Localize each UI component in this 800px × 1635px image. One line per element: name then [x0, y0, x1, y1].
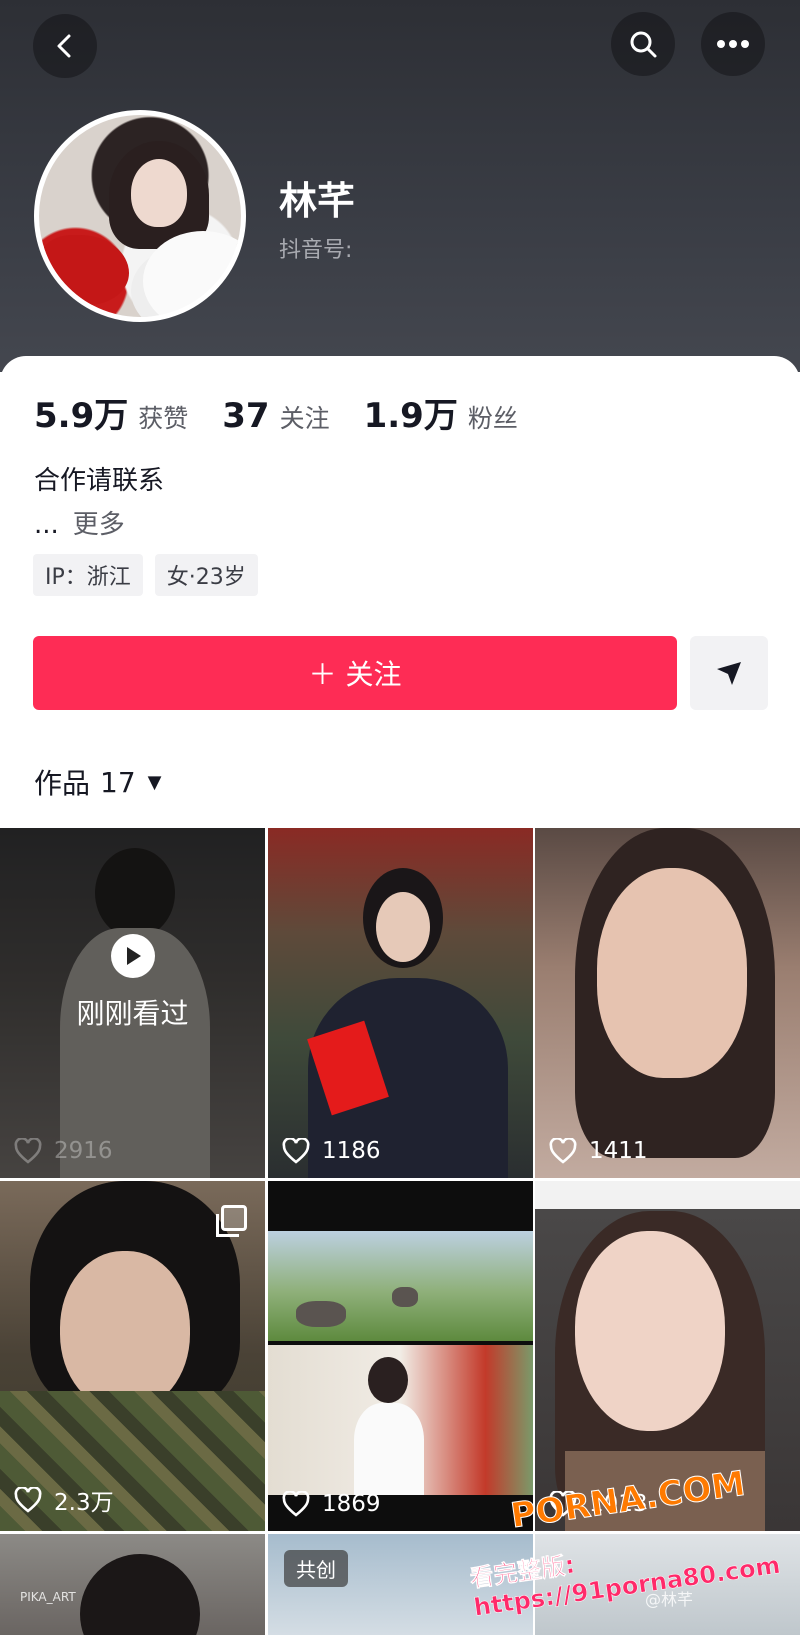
video-thumbnail[interactable]: PIKA_ART	[0, 1534, 265, 1635]
video-thumbnail[interactable]: 刚刚看过 2916	[0, 828, 265, 1178]
video-thumbnail[interactable]: 1411	[535, 828, 800, 1178]
more-options-button[interactable]	[701, 12, 765, 76]
stat-followers[interactable]: 1.9万 粉丝	[364, 388, 518, 437]
bio-more-label: 更多	[72, 510, 125, 540]
like-count: 2916	[14, 1138, 113, 1164]
tag-gender-age: 女·23岁	[154, 554, 258, 596]
heart-icon	[549, 1138, 577, 1164]
stat-following[interactable]: 37 关注	[222, 396, 329, 436]
profile-stats: 5.9万 获赞 37 关注 1.9万 粉丝	[34, 388, 552, 437]
video-thumbnail[interactable]: 2.3万	[0, 1181, 265, 1531]
stat-label: 获赞	[138, 404, 189, 433]
avatar[interactable]	[34, 110, 246, 322]
stat-number: 37	[222, 396, 270, 436]
tag-ip-location: IP：浙江	[33, 554, 143, 596]
search-button[interactable]	[611, 12, 675, 76]
heart-icon	[282, 1138, 310, 1164]
back-button[interactable]	[33, 14, 97, 78]
bio-text: 合作请联系	[34, 466, 165, 496]
like-count: 1411	[549, 1138, 648, 1164]
send-arrow-icon	[717, 662, 741, 685]
heart-icon	[14, 1138, 42, 1164]
video-thumbnail[interactable]: 1186	[268, 828, 533, 1178]
stat-label: 粉丝	[467, 404, 518, 433]
stat-likes[interactable]: 5.9万 获赞	[34, 388, 188, 437]
works-label: 作品	[34, 767, 91, 800]
recently-viewed-overlay: 刚刚看过	[0, 828, 265, 1178]
co-creation-badge: 共创	[284, 1550, 348, 1587]
profile-tags: IP：浙江 女·23岁	[33, 554, 270, 596]
bio-more-link[interactable]: ... 更多	[34, 504, 125, 541]
search-icon	[630, 31, 657, 58]
chevron-left-icon	[57, 34, 71, 58]
caret-down-icon: ▼	[147, 771, 162, 793]
stat-number: 5.9万	[34, 396, 129, 436]
stat-number: 1.9万	[363, 396, 458, 436]
works-count: 17	[100, 765, 136, 799]
like-count: 1869	[282, 1491, 381, 1517]
douyin-id[interactable]: 抖音号:	[279, 232, 352, 264]
bio-ellipsis: ...	[34, 510, 59, 540]
play-icon	[110, 934, 155, 978]
profile-name: 林芊	[279, 179, 356, 223]
multi-image-icon	[216, 1205, 247, 1237]
heart-icon	[282, 1491, 310, 1517]
heart-icon	[14, 1487, 42, 1513]
works-tab[interactable]: 作品 17 ▼	[34, 762, 162, 802]
watermark-text: PIKA_ART	[20, 1590, 76, 1604]
site-watermark: PORNA.COM 看完整版: https://91porna80.com	[468, 1463, 800, 1622]
like-count: 1186	[282, 1138, 381, 1164]
follow-button[interactable]: ＋ 关注	[33, 636, 677, 710]
share-button[interactable]	[690, 636, 768, 710]
recently-viewed-label: 刚刚看过	[76, 997, 189, 1030]
profile-header: 林芊 抖音号:	[0, 0, 800, 372]
video-thumbnail[interactable]: 1869	[268, 1181, 533, 1531]
like-count: 2.3万	[14, 1483, 114, 1517]
more-dots-icon	[717, 40, 749, 48]
stat-label: 关注	[279, 404, 330, 433]
